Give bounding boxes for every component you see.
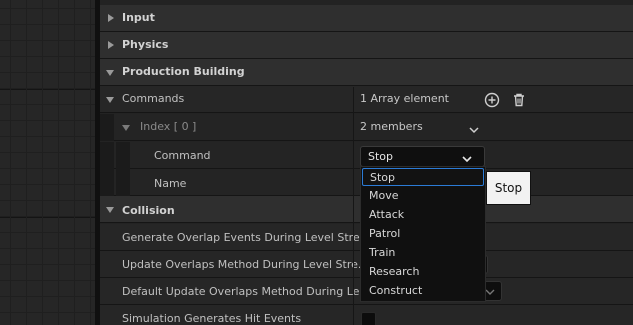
trash-icon[interactable] — [511, 92, 527, 108]
collapse-arrow-icon[interactable] — [106, 97, 114, 103]
indent-guide — [116, 142, 130, 169]
collapse-arrow-icon[interactable] — [106, 70, 114, 76]
name-label: Name — [154, 177, 187, 190]
command-combo-box[interactable]: Stop — [360, 146, 485, 167]
details-panel: Input Physics Production Building Comman… — [100, 0, 633, 325]
dropdown-option-construct[interactable]: Construct — [362, 282, 484, 300]
dropdown-option-train[interactable]: Train — [362, 244, 484, 262]
expand-arrow-icon[interactable] — [108, 14, 114, 22]
command-label: Command — [154, 149, 211, 162]
category-label: Collision — [122, 204, 175, 217]
category-label: Physics — [122, 38, 169, 51]
indent-guide — [116, 169, 130, 196]
add-element-icon[interactable] — [484, 92, 500, 108]
dropdown-option-attack[interactable]: Attack — [362, 206, 484, 224]
commands-row: Commands 1 Array element — [100, 86, 633, 113]
combo-selected-value: Stop — [368, 150, 394, 163]
commands-label: Commands — [122, 92, 185, 105]
chevron-down-icon — [462, 153, 472, 163]
category-label: Production Building — [122, 65, 245, 78]
indent-guide — [100, 142, 114, 169]
prop-label: Generate Overlap Events During Level Str… — [122, 231, 371, 244]
prop-label: Simulation Generates Hit Events — [122, 312, 302, 325]
prop-label: Default Update Overlaps Method During Le… — [122, 285, 370, 298]
prop-label: Update Overlaps Method During Level Stre… — [122, 258, 369, 271]
indent-guide — [100, 169, 114, 196]
index-label: Index [ 0 ] — [140, 120, 197, 133]
indent-guide — [100, 114, 114, 141]
hit-events-checkbox[interactable] — [361, 312, 376, 325]
collapse-arrow-icon[interactable] — [122, 125, 130, 131]
expand-arrow-icon[interactable] — [108, 41, 114, 49]
index-row: Index [ 0 ] 2 members — [100, 114, 633, 141]
collision-prop-row: Simulation Generates Hit Events — [100, 305, 633, 325]
dropdown-option-research[interactable]: Research — [362, 263, 484, 281]
command-dropdown-list: Stop Move Attack Patrol Train Research C… — [360, 166, 486, 302]
column-divider[interactable] — [353, 87, 354, 325]
viewport-grid — [0, 0, 95, 325]
dropdown-option-move[interactable]: Move — [362, 187, 484, 205]
category-production-building[interactable]: Production Building — [100, 59, 633, 86]
dropdown-option-patrol[interactable]: Patrol — [362, 225, 484, 243]
collapse-arrow-icon[interactable] — [106, 207, 114, 213]
category-physics[interactable]: Physics — [100, 32, 633, 59]
value-preview-tooltip: Stop — [486, 171, 531, 205]
commands-value: 1 Array element — [360, 92, 449, 105]
dropdown-option-stop[interactable]: Stop — [362, 168, 484, 186]
category-input[interactable]: Input — [100, 5, 633, 32]
chevron-down-icon[interactable] — [469, 124, 479, 134]
index-value: 2 members — [360, 120, 423, 133]
category-label: Input — [122, 11, 155, 24]
